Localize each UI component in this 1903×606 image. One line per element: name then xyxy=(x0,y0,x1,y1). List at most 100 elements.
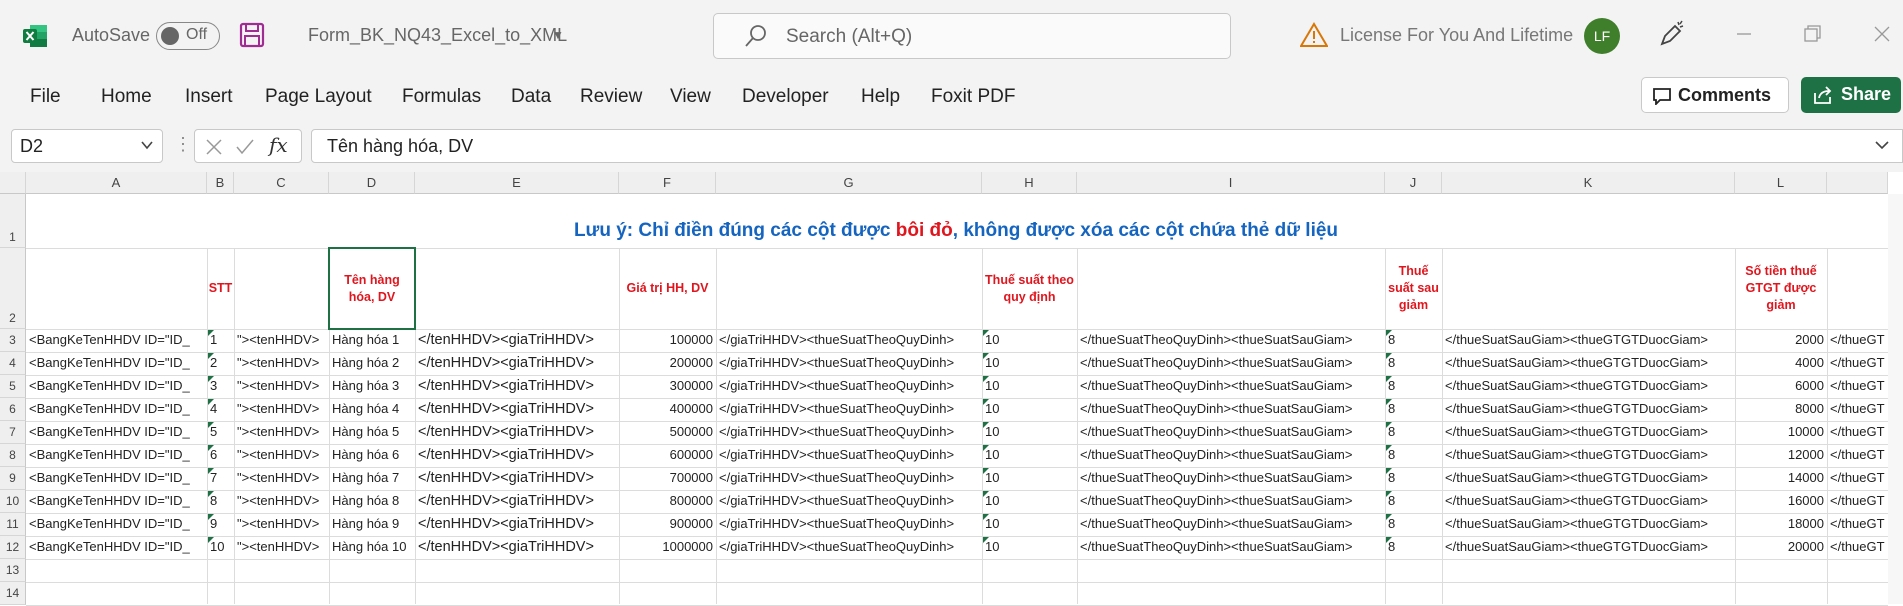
cell-reduced-vat[interactable]: 20000 xyxy=(1738,536,1824,558)
cell-tax-rate-after[interactable]: 8 xyxy=(1388,421,1439,443)
cell-i-tag[interactable]: </thueSuatTheoQuyDinh><thueSuatSauGiam> xyxy=(1080,536,1382,558)
cell-m-tag[interactable]: </thueGT xyxy=(1830,398,1888,420)
cell-e-tag[interactable]: </tenHHDV><giaTriHHDV> xyxy=(418,536,616,558)
cell-value[interactable]: 1000000 xyxy=(622,536,713,558)
row-header-1[interactable]: 1 xyxy=(0,194,26,248)
cell-e-tag[interactable]: </tenHHDV><giaTriHHDV> xyxy=(418,398,616,420)
comments-button[interactable]: Comments xyxy=(1641,77,1789,113)
cell-k-tag[interactable]: </thueSuatSauGiam><thueGTGTDuocGiam> xyxy=(1445,329,1732,351)
cell-e-tag[interactable]: </tenHHDV><giaTriHHDV> xyxy=(418,352,616,374)
cell-g-tag[interactable]: </giaTriHHDV><thueSuatTheoQuyDinh> xyxy=(719,513,979,535)
minimize-icon[interactable] xyxy=(1730,20,1758,48)
cell-k-tag[interactable]: </thueSuatSauGiam><thueGTGTDuocGiam> xyxy=(1445,467,1732,489)
cell-c-tag[interactable]: "><tenHHDV> xyxy=(237,329,326,351)
cell-value[interactable]: 500000 xyxy=(622,421,713,443)
cell-c-tag[interactable]: "><tenHHDV> xyxy=(237,352,326,374)
cell-product-name[interactable]: Hàng hóa 2 xyxy=(332,352,412,374)
cell-a-tag[interactable]: <BangKeTenHHDV ID="ID_ xyxy=(29,490,204,512)
cell-tax-rate-after[interactable]: 8 xyxy=(1388,490,1439,512)
cell-reduced-vat[interactable]: 14000 xyxy=(1738,467,1824,489)
license-text[interactable]: License For You And Lifetime xyxy=(1340,25,1573,46)
insert-function-icon[interactable]: fx xyxy=(269,133,288,157)
cell-g-tag[interactable]: </giaTriHHDV><thueSuatTheoQuyDinh> xyxy=(719,467,979,489)
column-header-f[interactable]: F xyxy=(619,172,716,194)
column-header-d[interactable]: D xyxy=(329,172,415,194)
column-header-k[interactable]: K xyxy=(1442,172,1735,194)
cell-a-tag[interactable]: <BangKeTenHHDV ID="ID_ xyxy=(29,329,204,351)
column-header-m[interactable] xyxy=(1827,172,1888,194)
cell-product-name[interactable]: Hàng hóa 7 xyxy=(332,467,412,489)
column-header-j[interactable]: J xyxy=(1385,172,1442,194)
close-icon[interactable] xyxy=(1868,20,1896,48)
cell-product-name[interactable]: Hàng hóa 10 xyxy=(332,536,412,558)
cell-reduced-vat[interactable]: 6000 xyxy=(1738,375,1824,397)
cell-i-tag[interactable]: </thueSuatTheoQuyDinh><thueSuatSauGiam> xyxy=(1080,398,1382,420)
cell-tax-rate-after[interactable]: 8 xyxy=(1388,536,1439,558)
cell-a-tag[interactable]: <BangKeTenHHDV ID="ID_ xyxy=(29,352,204,374)
document-name[interactable]: Form_BK_NQ43_Excel_to_XML xyxy=(308,25,567,46)
tab-help[interactable]: Help xyxy=(861,86,900,108)
cell-tax-rate-after[interactable]: 8 xyxy=(1388,513,1439,535)
cell-c-tag[interactable]: "><tenHHDV> xyxy=(237,421,326,443)
cell-tax-rate[interactable]: 10 xyxy=(985,467,1074,489)
cell-e-tag[interactable]: </tenHHDV><giaTriHHDV> xyxy=(418,513,616,535)
row-header-9[interactable]: 9 xyxy=(0,467,26,490)
row-header-14[interactable]: 14 xyxy=(0,582,26,605)
cell-tax-rate-after[interactable]: 8 xyxy=(1388,352,1439,374)
cell-tax-rate[interactable]: 10 xyxy=(985,375,1074,397)
cell-a-tag[interactable]: <BangKeTenHHDV ID="ID_ xyxy=(29,375,204,397)
cell-c-tag[interactable]: "><tenHHDV> xyxy=(237,398,326,420)
cell-tax-rate[interactable]: 10 xyxy=(985,398,1074,420)
name-box[interactable]: D2 xyxy=(11,129,163,163)
cell-k-tag[interactable]: </thueSuatSauGiam><thueGTGTDuocGiam> xyxy=(1445,421,1732,443)
cell-c-tag[interactable]: "><tenHHDV> xyxy=(237,513,326,535)
cell-m-tag[interactable]: </thueGT xyxy=(1830,375,1888,397)
tab-review[interactable]: Review xyxy=(580,86,642,108)
cell-reduced-vat[interactable]: 10000 xyxy=(1738,421,1824,443)
tab-developer[interactable]: Developer xyxy=(742,86,829,108)
cell-g-tag[interactable]: </giaTriHHDV><thueSuatTheoQuyDinh> xyxy=(719,421,979,443)
tab-home[interactable]: Home xyxy=(101,86,152,108)
row-header-11[interactable]: 11 xyxy=(0,513,26,536)
cell-k-tag[interactable]: </thueSuatSauGiam><thueGTGTDuocGiam> xyxy=(1445,513,1732,535)
cell-i-tag[interactable]: </thueSuatTheoQuyDinh><thueSuatSauGiam> xyxy=(1080,329,1382,351)
cell-reduced-vat[interactable]: 8000 xyxy=(1738,398,1824,420)
document-chevron-icon[interactable]: ▼ xyxy=(552,28,564,42)
cell-i-tag[interactable]: </thueSuatTheoQuyDinh><thueSuatSauGiam> xyxy=(1080,444,1382,466)
cell-reduced-vat[interactable]: 2000 xyxy=(1738,329,1824,351)
cell-reduced-vat[interactable]: 18000 xyxy=(1738,513,1824,535)
cell-a-tag[interactable]: <BangKeTenHHDV ID="ID_ xyxy=(29,513,204,535)
tab-data[interactable]: Data xyxy=(511,86,551,108)
cell-tax-rate[interactable]: 10 xyxy=(985,421,1074,443)
row-header-8[interactable]: 8 xyxy=(0,444,26,467)
tab-page-layout[interactable]: Page Layout xyxy=(265,86,372,108)
cancel-icon[interactable] xyxy=(205,138,223,156)
autosave-toggle[interactable]: Off xyxy=(156,22,220,50)
cell-reduced-vat[interactable]: 16000 xyxy=(1738,490,1824,512)
cell-value[interactable]: 800000 xyxy=(622,490,713,512)
cell-value[interactable]: 100000 xyxy=(622,329,713,351)
value-header[interactable]: Giá trị HH, DV xyxy=(621,252,714,325)
cell-e-tag[interactable]: </tenHHDV><giaTriHHDV> xyxy=(418,467,616,489)
cell-i-tag[interactable]: </thueSuatTheoQuyDinh><thueSuatSauGiam> xyxy=(1080,513,1382,535)
save-icon[interactable] xyxy=(238,21,266,49)
cell-i-tag[interactable]: </thueSuatTheoQuyDinh><thueSuatSauGiam> xyxy=(1080,490,1382,512)
search-box[interactable]: Search (Alt+Q) xyxy=(713,13,1231,59)
column-header-g[interactable]: G xyxy=(716,172,982,194)
row-header-4[interactable]: 4 xyxy=(0,352,26,375)
cell-m-tag[interactable]: </thueGT xyxy=(1830,513,1888,535)
cell-i-tag[interactable]: </thueSuatTheoQuyDinh><thueSuatSauGiam> xyxy=(1080,467,1382,489)
cell-e-tag[interactable]: </tenHHDV><giaTriHHDV> xyxy=(418,375,616,397)
cell-a-tag[interactable]: <BangKeTenHHDV ID="ID_ xyxy=(29,467,204,489)
designer-pen-icon[interactable] xyxy=(1656,20,1686,50)
cell-a-tag[interactable]: <BangKeTenHHDV ID="ID_ xyxy=(29,421,204,443)
tax-rate-after-header[interactable]: Thuế suất sau giảm xyxy=(1387,252,1440,325)
cell-m-tag[interactable]: </thueGT xyxy=(1830,490,1888,512)
cell-c-tag[interactable]: "><tenHHDV> xyxy=(237,490,326,512)
reduced-vat-header[interactable]: Số tiền thuế GTGT được giảm xyxy=(1737,252,1825,325)
cell-k-tag[interactable]: </thueSuatSauGiam><thueGTGTDuocGiam> xyxy=(1445,490,1732,512)
column-header-i[interactable]: I xyxy=(1077,172,1385,194)
tax-rate-header[interactable]: Thuế suất theo quy định xyxy=(984,252,1075,325)
cell-tax-rate-after[interactable]: 8 xyxy=(1388,329,1439,351)
cell-i-tag[interactable]: </thueSuatTheoQuyDinh><thueSuatSauGiam> xyxy=(1080,375,1382,397)
